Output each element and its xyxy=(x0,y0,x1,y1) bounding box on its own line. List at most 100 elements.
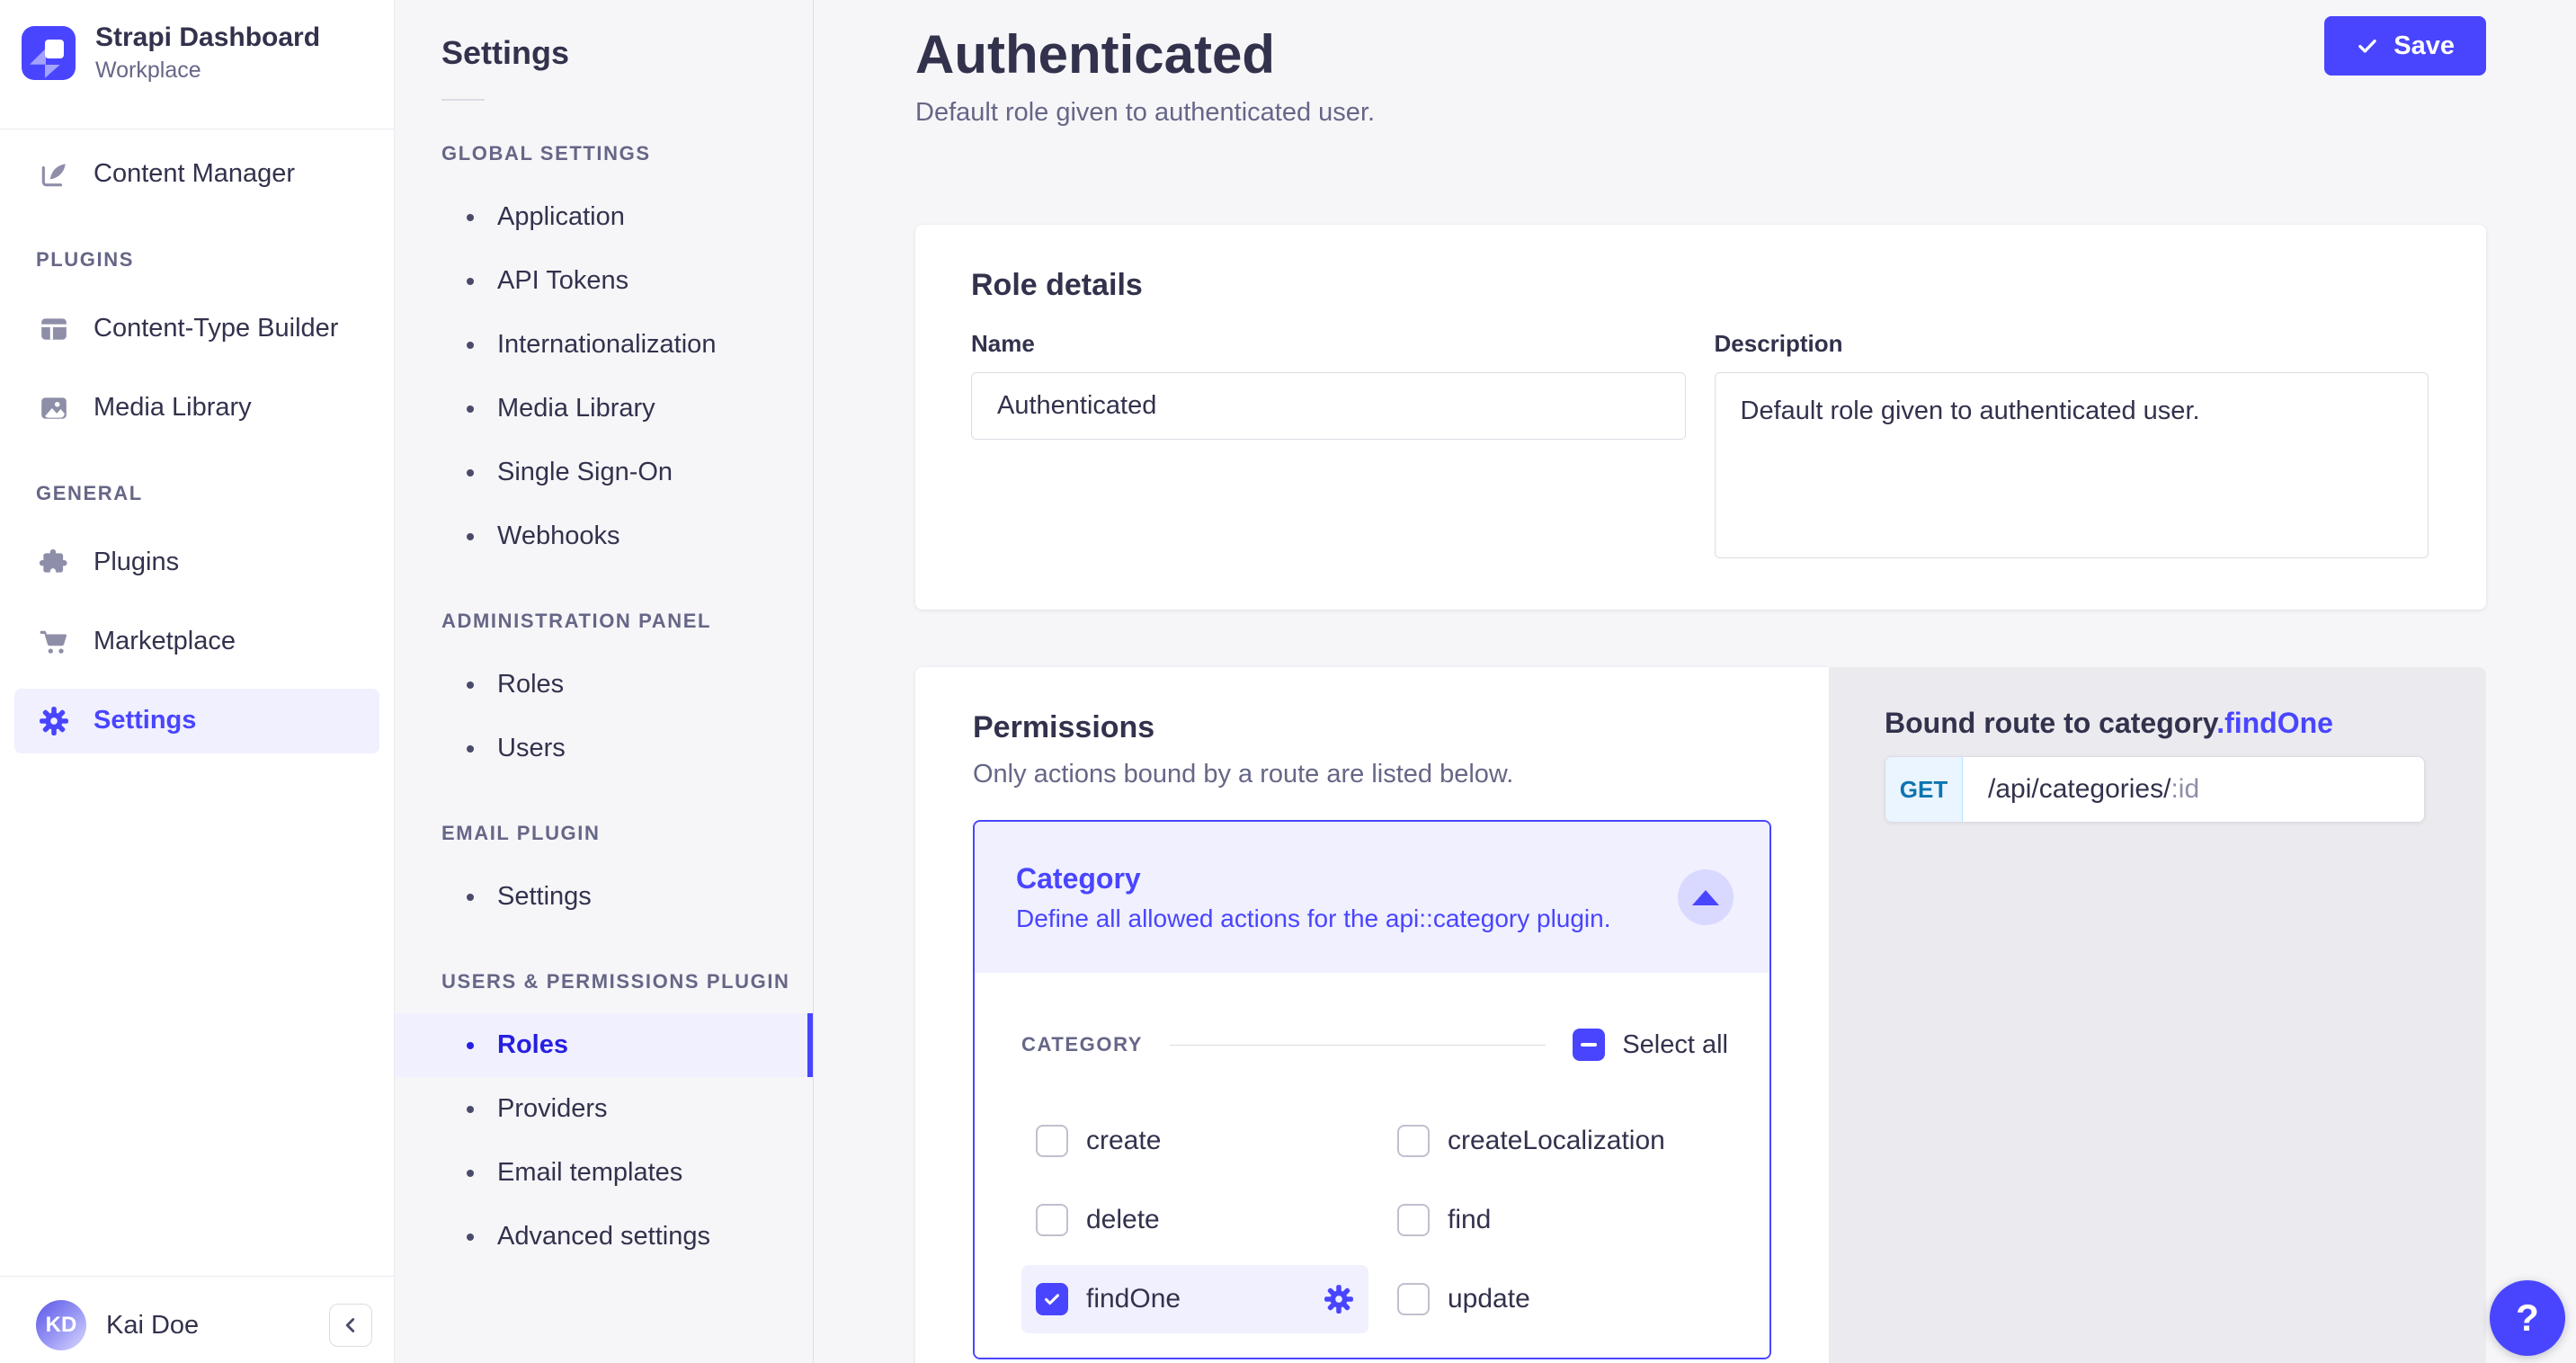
sidebar-item-settings[interactable]: Settings xyxy=(14,689,379,753)
subnav-item-label: Media Library xyxy=(497,394,655,423)
bullet-icon xyxy=(467,1170,474,1177)
bound-route-title-action: .findOne xyxy=(2216,707,2333,739)
subnav-item-label: Email templates xyxy=(497,1158,682,1188)
avatar[interactable]: KD xyxy=(36,1300,86,1350)
subnav-item-up-email-templates[interactable]: Email templates xyxy=(395,1141,813,1205)
role-details-form: Name Description Default role given to a… xyxy=(971,330,2429,563)
sidebar-item-media-library[interactable]: Media Library xyxy=(14,376,379,441)
subnav-item-internationalization[interactable]: Internationalization xyxy=(395,313,813,377)
subnav-item-webhooks[interactable]: Webhooks xyxy=(395,504,813,568)
subnav-title: Settings xyxy=(441,34,813,72)
bullet-icon xyxy=(467,745,474,753)
action-checkbox-row[interactable]: createLocalization xyxy=(1383,1107,1730,1175)
subnav-item-up-roles[interactable]: Roles xyxy=(395,1013,813,1077)
permissions-section: Permissions Only actions bound by a rout… xyxy=(915,667,2486,1363)
layout-grid-icon xyxy=(38,313,70,345)
subnav-section-users-permissions-plugin: USERS & PERMISSIONS PLUGIN Roles Provide… xyxy=(395,970,813,1269)
save-button[interactable]: Save xyxy=(2324,16,2486,76)
checkbox-unchecked[interactable] xyxy=(1036,1125,1068,1157)
workspace-switcher[interactable]: Strapi Dashboard Workplace xyxy=(0,0,394,129)
action-label: createLocalization xyxy=(1448,1126,1665,1156)
subnav-title-divider xyxy=(441,99,485,101)
sidebar-item-content-type-builder[interactable]: Content-Type Builder xyxy=(14,297,379,361)
collapse-accordion-button[interactable] xyxy=(1678,869,1734,925)
subnav-item-admin-users[interactable]: Users xyxy=(395,717,813,780)
category-accordion-header[interactable]: Category Define all allowed actions for … xyxy=(975,822,1769,973)
subnav-item-email-settings[interactable]: Settings xyxy=(395,865,813,929)
collapse-sidebar-button[interactable] xyxy=(329,1304,372,1347)
subnav-item-label: Settings xyxy=(497,882,592,912)
subnav-item-up-advanced-settings[interactable]: Advanced settings xyxy=(395,1205,813,1269)
chevron-left-icon xyxy=(339,1314,362,1337)
brand-text: Strapi Dashboard Workplace xyxy=(95,22,320,84)
action-settings-button[interactable] xyxy=(1324,1284,1354,1314)
sidebar-section-header-plugins: PLUGINS xyxy=(36,248,394,272)
checkbox-unchecked[interactable] xyxy=(1397,1125,1430,1157)
subnav-item-label: Roles xyxy=(497,1030,568,1060)
subnav-section-administration-panel: ADMINISTRATION PANEL Roles Users xyxy=(395,610,813,780)
subnav-section-header: GLOBAL SETTINGS xyxy=(441,142,813,165)
subnav-item-single-sign-on[interactable]: Single Sign-On xyxy=(395,441,813,504)
bullet-icon xyxy=(467,214,474,221)
action-checkbox-row[interactable]: update xyxy=(1383,1265,1730,1333)
sidebar-item-plugins[interactable]: Plugins xyxy=(14,530,379,595)
role-details-card: Role details Name Description Default ro… xyxy=(915,225,2486,610)
subnav-item-up-providers[interactable]: Providers xyxy=(395,1077,813,1141)
name-input[interactable] xyxy=(971,372,1686,440)
select-all-control[interactable]: Select all xyxy=(1573,1029,1728,1061)
select-all-label: Select all xyxy=(1622,1030,1728,1060)
help-button[interactable]: ? xyxy=(2490,1280,2565,1356)
sidebar-item-label: Media Library xyxy=(94,393,252,423)
subnav-item-label: Webhooks xyxy=(497,521,620,551)
select-all-checkbox[interactable] xyxy=(1573,1029,1605,1061)
sidebar-item-label: Content-Type Builder xyxy=(94,314,338,343)
subnav-item-label: Advanced settings xyxy=(497,1222,710,1252)
page-subtitle: Default role given to authenticated user… xyxy=(915,98,1375,128)
checkbox-unchecked[interactable] xyxy=(1397,1204,1430,1236)
sidebar-item-label: Settings xyxy=(94,706,196,735)
strapi-admin-app: Strapi Dashboard Workplace Content Manag… xyxy=(0,0,2576,1363)
brand-subtitle: Workplace xyxy=(95,58,320,84)
subnav-section-header: USERS & PERMISSIONS PLUGIN xyxy=(441,970,813,993)
action-checkbox-row-findone[interactable]: findOne xyxy=(1021,1265,1368,1333)
checkbox-checked[interactable] xyxy=(1036,1283,1068,1315)
subnav-section-email-plugin: EMAIL PLUGIN Settings xyxy=(395,822,813,929)
action-checkbox-row[interactable]: delete xyxy=(1021,1186,1368,1254)
description-textarea[interactable]: Default role given to authenticated user… xyxy=(1715,372,2429,558)
subnav-item-label: Internationalization xyxy=(497,330,716,360)
page-title: Authenticated xyxy=(915,23,1375,85)
http-method-badge: GET xyxy=(1885,757,1963,822)
subnav-item-label: Providers xyxy=(497,1094,608,1124)
save-button-label: Save xyxy=(2393,31,2455,61)
bound-route-title: Bound route to category.findOne xyxy=(1885,707,2425,740)
bullet-icon xyxy=(467,533,474,540)
subnav-item-application[interactable]: Application xyxy=(395,185,813,249)
subnav-section-header: EMAIL PLUGIN xyxy=(441,822,813,845)
subnav-section-header: ADMINISTRATION PANEL xyxy=(441,610,813,633)
route-path: /api/categories/:id xyxy=(1963,757,2224,822)
subnav-item-api-tokens[interactable]: API Tokens xyxy=(395,249,813,313)
name-field-group: Name xyxy=(971,330,1686,440)
action-label: delete xyxy=(1086,1205,1160,1235)
action-checkbox-row[interactable]: create xyxy=(1021,1107,1368,1175)
checkbox-unchecked[interactable] xyxy=(1036,1204,1068,1236)
bullet-icon xyxy=(467,469,474,477)
action-label: findOne xyxy=(1086,1284,1181,1314)
bound-route-title-prefix: Bound route to category xyxy=(1885,707,2216,739)
action-checkbox-row[interactable]: find xyxy=(1383,1186,1730,1254)
action-label: find xyxy=(1448,1205,1491,1235)
bullet-icon xyxy=(467,278,474,285)
checkbox-unchecked[interactable] xyxy=(1397,1283,1430,1315)
sidebar-item-marketplace[interactable]: Marketplace xyxy=(14,610,379,674)
subnav-item-admin-roles[interactable]: Roles xyxy=(395,653,813,717)
action-label: create xyxy=(1086,1126,1161,1156)
subnav-item-media-library[interactable]: Media Library xyxy=(395,377,813,441)
strapi-logo-icon xyxy=(22,26,76,80)
subnav-section-global-settings: GLOBAL SETTINGS Application API Tokens I… xyxy=(395,142,813,568)
gear-icon xyxy=(38,705,70,737)
category-group-label: CATEGORY xyxy=(1021,1033,1143,1056)
bullet-icon xyxy=(467,405,474,413)
main-content: Authenticated Default role given to auth… xyxy=(814,0,2576,1363)
sidebar-item-content-manager[interactable]: Content Manager xyxy=(14,142,379,207)
description-field-group: Description Default role given to authen… xyxy=(1715,330,2429,563)
